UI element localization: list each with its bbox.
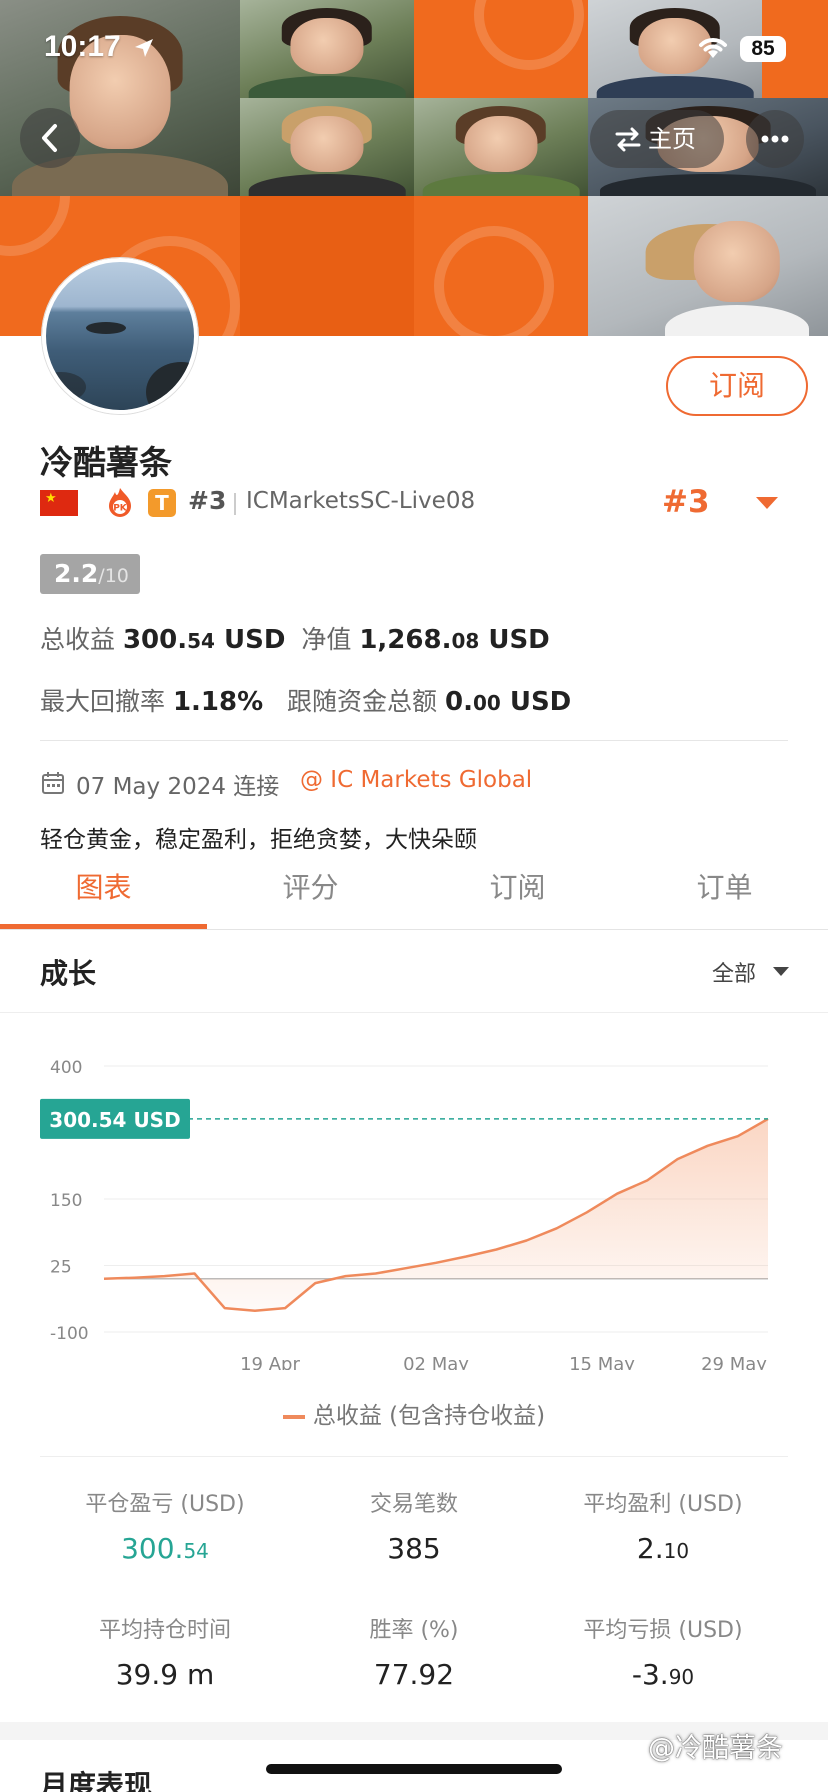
caret-down-icon[interactable] bbox=[756, 497, 778, 509]
svg-text:PK: PK bbox=[113, 504, 128, 514]
banner-pattern bbox=[414, 196, 588, 336]
stat-value: 300.54 bbox=[121, 1532, 209, 1565]
max-drawdown-value: 1.18% bbox=[172, 687, 264, 717]
clock: 10:17 bbox=[44, 30, 121, 63]
legend-swatch bbox=[282, 1414, 305, 1419]
growth-chart-svg: 400 150 25 -100 19 Apr 02 May 15 May 29 May 300.… bbox=[40, 1058, 769, 1370]
trader-t-icon: T bbox=[148, 489, 176, 517]
x-tick-label: 02 May bbox=[403, 1354, 469, 1370]
stat-label: 胜率 (%) bbox=[369, 1618, 459, 1643]
more-dots-icon bbox=[761, 135, 789, 143]
tab-bar: 图表 评分 订阅 订单 bbox=[0, 858, 828, 930]
banner-photo bbox=[414, 98, 588, 196]
legend-label: 总收益 (包含持仓收益) bbox=[312, 1403, 546, 1429]
chart-legend: 总收益 (包含持仓收益) bbox=[0, 1396, 828, 1430]
china-flag-icon: ★ bbox=[40, 490, 78, 516]
growth-title: 成长 bbox=[40, 957, 97, 990]
drawdown-funds-line: 最大回撤率 1.18% 跟随资金总额 0.00 USD bbox=[40, 682, 571, 718]
home-button-label: 主页 bbox=[648, 125, 696, 153]
swap-icon bbox=[615, 127, 641, 152]
stat-value: 39.9 m bbox=[115, 1658, 215, 1691]
profile-bio: 轻仓黄金，稳定盈利，拒绝贪婪，大快朵颐 bbox=[40, 827, 477, 853]
series-area bbox=[104, 1118, 768, 1311]
stat-avg-profit: 平均盈利 (USD) 2.10 bbox=[538, 1486, 788, 1565]
status-bar: 10:17 85 bbox=[0, 30, 828, 70]
y-tick-label: 150 bbox=[50, 1191, 82, 1211]
y-tick-label: 400 bbox=[50, 1058, 82, 1078]
avatar[interactable] bbox=[42, 258, 198, 414]
rank-selector[interactable]: #3 bbox=[662, 484, 710, 520]
stat-value: 2.10 bbox=[636, 1532, 690, 1565]
stat-label: 平仓盈亏 (USD) bbox=[85, 1492, 245, 1517]
wifi-icon bbox=[699, 38, 727, 58]
tab-rating[interactable]: 评分 bbox=[207, 858, 414, 930]
subscribe-button[interactable]: 订阅 bbox=[666, 356, 808, 416]
divider bbox=[234, 493, 236, 515]
tab-indicator bbox=[0, 924, 207, 929]
divider bbox=[40, 740, 788, 741]
equity-label: 净值 bbox=[301, 625, 352, 654]
stat-value: -3.90 bbox=[631, 1658, 695, 1691]
stat-label: 平均盈利 (USD) bbox=[583, 1492, 743, 1517]
x-tick-label: 29 May bbox=[701, 1354, 767, 1370]
tab-chart[interactable]: 图表 bbox=[0, 858, 207, 930]
score-denominator: /10 bbox=[98, 565, 129, 587]
y-tick-label: 25 bbox=[50, 1258, 72, 1278]
follow-funds-label: 跟随资金总额 bbox=[287, 687, 438, 716]
banner-photo bbox=[240, 98, 414, 196]
server-name: ICMarketsSC-Live08 bbox=[246, 488, 476, 514]
tab-subscription[interactable]: 订阅 bbox=[414, 858, 621, 930]
stat-closed-pnl: 平仓盈亏 (USD) 300.54 bbox=[40, 1486, 290, 1565]
stat-value: 77.92 bbox=[373, 1658, 455, 1691]
caret-down-icon[interactable] bbox=[773, 967, 789, 976]
divider bbox=[0, 1012, 828, 1013]
score-badge: 2.2/10 bbox=[40, 554, 140, 594]
stat-win-rate: 胜率 (%) 77.92 bbox=[289, 1612, 539, 1691]
connect-date: 07 May 2024 连接 bbox=[76, 774, 280, 800]
score-value: 2.2 bbox=[54, 559, 99, 588]
x-tick-label: 15 May bbox=[569, 1354, 635, 1370]
battery-indicator: 85 bbox=[740, 36, 786, 62]
pk-flame-icon: PK bbox=[109, 488, 131, 517]
stat-avg-loss: 平均亏损 (USD) -3.90 bbox=[538, 1612, 788, 1691]
location-arrow-icon bbox=[135, 39, 153, 57]
home-button[interactable]: 主页 bbox=[590, 110, 724, 168]
equity-value: 1,268.08 USD bbox=[359, 625, 550, 655]
x-tick-label: 19 Apr bbox=[240, 1354, 300, 1370]
max-drawdown-label: 最大回撤率 bbox=[40, 687, 166, 716]
profit-equity-line: 总收益 300.54 USD 净值 1,268.08 USD bbox=[40, 620, 550, 656]
stat-label: 平均亏损 (USD) bbox=[583, 1618, 743, 1643]
watermark: @冷酷薯条 bbox=[648, 1733, 783, 1764]
stat-label: 交易笔数 bbox=[369, 1492, 458, 1517]
stat-value: 385 bbox=[387, 1532, 441, 1565]
current-value-label: 300.54 USD bbox=[49, 1108, 180, 1132]
stat-avg-hold-time: 平均持仓时间 39.9 m bbox=[40, 1612, 290, 1691]
tab-orders[interactable]: 订单 bbox=[621, 858, 828, 930]
back-button[interactable] bbox=[20, 108, 80, 168]
monthly-performance-title: 月度表现 bbox=[40, 1769, 153, 1792]
divider bbox=[40, 1456, 788, 1457]
calendar-icon bbox=[42, 772, 64, 794]
range-filter[interactable]: 全部 bbox=[712, 956, 756, 988]
home-indicator[interactable] bbox=[266, 1764, 562, 1774]
rank-label: #3 bbox=[188, 486, 227, 515]
follow-funds-value: 0.00 USD bbox=[444, 687, 572, 717]
total-profit-value: 300.54 USD bbox=[122, 625, 286, 655]
more-button[interactable] bbox=[746, 110, 804, 168]
y-tick-label: -100 bbox=[50, 1324, 89, 1344]
chevron-left-icon bbox=[42, 124, 57, 152]
stat-label: 平均持仓时间 bbox=[98, 1618, 231, 1643]
stat-trade-count: 交易笔数 385 bbox=[289, 1486, 539, 1565]
broker-link[interactable]: @ IC Markets Global bbox=[300, 767, 532, 793]
username: 冷酷薯条 bbox=[40, 443, 172, 482]
growth-chart: 400 150 25 -100 19 Apr 02 May 15 May 29 May 300.… bbox=[0, 1040, 828, 1370]
banner-pattern bbox=[240, 196, 414, 336]
banner-photo bbox=[588, 196, 828, 336]
total-profit-label: 总收益 bbox=[40, 625, 116, 654]
